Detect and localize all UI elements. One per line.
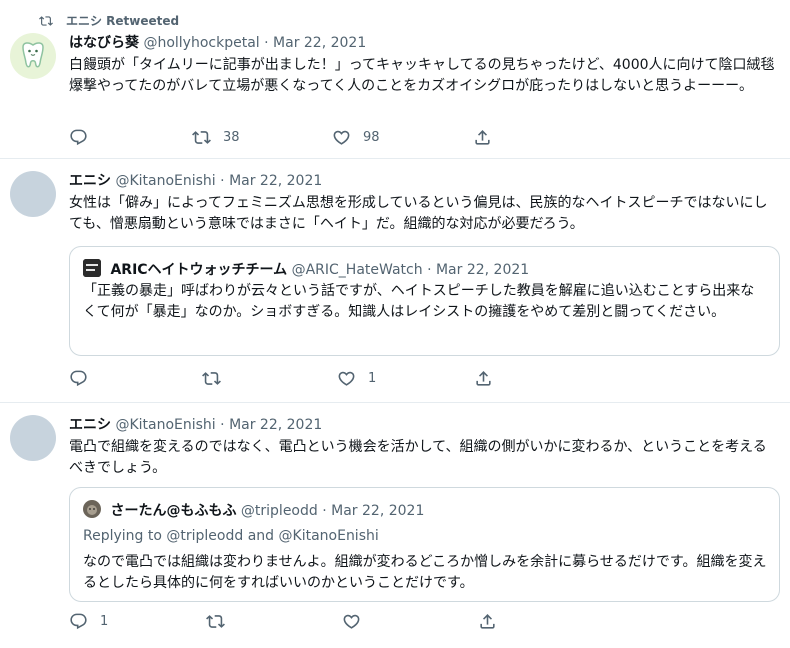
avatar[interactable]	[10, 415, 56, 461]
share-button[interactable]	[478, 612, 497, 631]
tweet-content: エニシ @KitanoEnishi · Mar 22, 2021 女性は「僻み」…	[69, 172, 780, 235]
share-icon	[476, 371, 491, 386]
like-button[interactable]	[342, 612, 373, 631]
handle[interactable]: @hollyhockpetal	[143, 35, 259, 51]
retweet-button[interactable]	[206, 612, 237, 631]
reply-button[interactable]	[69, 128, 100, 147]
quoted-tweet-text: 「正義の暴走」呼ばわりが云々という話ですが、ヘイトスピーチした教員を解雇に追い込…	[83, 283, 755, 320]
handle[interactable]: @KitanoEnishi	[115, 417, 215, 433]
share-button[interactable]	[474, 369, 493, 388]
action-bar: 1	[69, 612, 769, 632]
reply-icon	[70, 129, 87, 146]
tweet-2[interactable]: エニシ @KitanoEnishi · Mar 22, 2021 女性は「僻み」…	[0, 159, 790, 402]
reply-button[interactable]: 1	[69, 612, 108, 631]
like-button[interactable]: 1	[337, 369, 376, 388]
quoted-handle[interactable]: @tripleodd	[241, 503, 318, 519]
display-name[interactable]: はなびら葵	[69, 35, 139, 51]
like-button[interactable]: 98	[332, 128, 380, 147]
timeline: エニシ Retweeted はなびら葵 @hollyhockpetal · Ma…	[0, 0, 790, 648]
retweet-button[interactable]: 38	[192, 128, 240, 147]
retweet-icon	[202, 372, 221, 385]
separator-dot: ·	[220, 173, 225, 189]
separator-dot: ·	[264, 35, 269, 51]
quoted-timestamp[interactable]: Mar 22, 2021	[331, 503, 424, 519]
tweet-text: 女性は「僻み」によってフェミニズム思想を形成しているという偏見は、民族的なヘイト…	[69, 195, 768, 232]
cat-avatar-icon	[83, 500, 101, 518]
separator-dot: ·	[322, 503, 327, 519]
retweet-icon	[192, 131, 211, 144]
quoted-tweet-content: ARICヘイトウォッチチーム @ARIC_HateWatch · Mar 22,…	[83, 259, 767, 323]
avatar[interactable]	[10, 171, 56, 217]
tweet-text: 白饅頭が「タイムリーに記事が出ました！」ってキャッキャしてるの見ちゃったけど、4…	[69, 57, 775, 94]
tweet-content: はなびら葵 @hollyhockpetal · Mar 22, 2021 白饅頭…	[69, 34, 780, 97]
quoted-tweet-text: なので電凸では組織は変わりませんよ。組織が変わるどころか憎しみを余計に募らせるだ…	[83, 554, 767, 591]
tweet-header: エニシ @KitanoEnishi · Mar 22, 2021	[69, 416, 780, 435]
retweet-icon	[39, 15, 53, 26]
avatar[interactable]	[10, 33, 56, 79]
quoted-tweet[interactable]: さーたん@もふもふ @tripleodd · Mar 22, 2021 Repl…	[69, 487, 780, 602]
heart-icon	[343, 614, 360, 629]
tweet-text: 電凸で組織を変えるのではなく、電凸という機会を活かして、組織の側がいかに変わるか…	[69, 439, 767, 476]
tweet-content: エニシ @KitanoEnishi · Mar 22, 2021 電凸で組織を変…	[69, 416, 780, 479]
retweet-indicator: エニシ Retweeted	[38, 12, 179, 29]
tooth-avatar-icon	[22, 42, 44, 68]
action-bar: 38 98	[69, 128, 769, 148]
quoted-avatar	[83, 500, 101, 518]
retweet-count: 38	[223, 130, 240, 145]
action-bar: 1	[69, 369, 769, 389]
quoted-display-name[interactable]: ARICヘイトウォッチチーム	[110, 262, 287, 278]
tweet-header: エニシ @KitanoEnishi · Mar 22, 2021	[69, 172, 780, 191]
replying-to-and: and	[247, 528, 275, 544]
quoted-avatar	[83, 259, 101, 277]
separator-dot: ·	[220, 417, 225, 433]
retweet-icon	[206, 615, 225, 628]
retweet-label: エニシ Retweeted	[66, 14, 180, 28]
quoted-display-name[interactable]: さーたん@もふもふ	[110, 503, 236, 519]
reply-icon	[70, 613, 87, 630]
tweet-3[interactable]: エニシ @KitanoEnishi · Mar 22, 2021 電凸で組織を変…	[0, 403, 790, 648]
share-button[interactable]	[473, 128, 492, 147]
reply-icon	[70, 370, 87, 387]
timestamp[interactable]: Mar 22, 2021	[229, 417, 322, 433]
quoted-handle[interactable]: @ARIC_HateWatch	[292, 262, 423, 278]
display-name[interactable]: エニシ	[69, 417, 111, 433]
replying-to-user[interactable]: @tripleodd	[166, 528, 243, 544]
quoted-tweet[interactable]: ARICヘイトウォッチチーム @ARIC_HateWatch · Mar 22,…	[69, 246, 780, 356]
timestamp[interactable]: Mar 22, 2021	[273, 35, 366, 51]
replying-to-prefix: Replying to	[83, 528, 162, 544]
retweet-button[interactable]	[202, 369, 233, 388]
quoted-tweet-content: さーたん@もふもふ @tripleodd · Mar 22, 2021 Repl…	[83, 500, 767, 594]
heart-icon	[338, 371, 355, 386]
like-count: 1	[368, 371, 377, 386]
quoted-timestamp[interactable]: Mar 22, 2021	[436, 262, 529, 278]
tweet-header: はなびら葵 @hollyhockpetal · Mar 22, 2021	[69, 34, 780, 53]
separator-dot: ·	[427, 262, 432, 278]
tweet-1[interactable]: エニシ Retweeted はなびら葵 @hollyhockpetal · Ma…	[0, 0, 790, 158]
replying-to: Replying to @tripleodd and @KitanoEnishi	[83, 527, 767, 546]
reply-count: 1	[100, 614, 109, 629]
reply-button[interactable]	[69, 369, 100, 388]
handle[interactable]: @KitanoEnishi	[115, 173, 215, 189]
quoted-tweet-header: さーたん@もふもふ @tripleodd · Mar 22, 2021	[83, 500, 767, 521]
replying-to-user[interactable]: @KitanoEnishi	[279, 528, 379, 544]
quoted-tweet-header: ARICヘイトウォッチチーム @ARIC_HateWatch · Mar 22,…	[83, 259, 767, 280]
share-icon	[480, 614, 495, 629]
heart-icon	[333, 130, 350, 145]
hate-watch-logo-icon	[83, 259, 101, 277]
display-name[interactable]: エニシ	[69, 173, 111, 189]
timestamp[interactable]: Mar 22, 2021	[229, 173, 322, 189]
like-count: 98	[363, 130, 380, 145]
share-icon	[475, 130, 490, 145]
